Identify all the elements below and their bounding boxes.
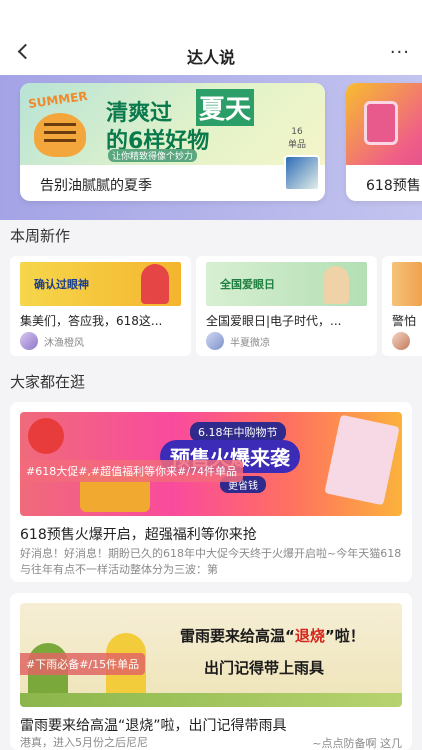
author[interactable]: 半夏微凉 <box>206 332 270 350</box>
author-name: 沐渔橙风 <box>44 337 84 349</box>
work-card[interactable]: 确认过眼神 集美们，答应我，618这... 沐渔橙风 <box>10 256 191 356</box>
banner-subline: 让你精致得像个妙力 <box>108 149 198 162</box>
grass-decoration <box>20 693 402 707</box>
feed-cover-image: 6.18年中购物节 预售火爆来袭 更省钱 #618大促#,#超值福利等你来#/7… <box>20 412 402 516</box>
item-count-badge: 16 单品 <box>288 127 306 150</box>
more-options-icon[interactable]: ··· <box>390 42 410 63</box>
banner-headline-highlight: 夏天 <box>196 89 255 126</box>
page-title: 达人说 <box>186 48 235 67</box>
avatar <box>206 332 224 350</box>
hero-card[interactable]: SUMMER 清爽过 夏天 的6样好物 让你精致得像个妙力 16 单品 告别油腻… <box>20 83 325 201</box>
author-name: 半夏微凉 <box>230 337 270 349</box>
hero-card-title: 618预售 <box>366 178 421 194</box>
work-cover-text: 全国爱眼日 <box>220 278 275 291</box>
gift-box-illustration-icon <box>324 414 400 506</box>
avatar <box>20 332 38 350</box>
cover-headline-part: 雷雨要来给高温“ <box>180 627 295 645</box>
work-cover-text: 确认过眼神 <box>34 278 89 291</box>
work-title: 全国爱眼日|电子时代，... <box>206 314 342 328</box>
work-cover-image: 确认过眼神 <box>20 262 181 306</box>
feed-title: 618预售火爆开启，超强福利等你来抢 <box>20 527 257 543</box>
feed-card[interactable]: 雷雨要来给高温“退烧”啦！ 出门记得带上雨具 #下雨必备#/15件单品 雷雨要来… <box>10 593 412 750</box>
work-title: 集美们，答应我，618这... <box>20 314 163 328</box>
girl-illustration-icon <box>141 264 169 304</box>
feed-cover-image: 雷雨要来给高温“退烧”啦！ 出门记得带上雨具 #下雨必备#/15件单品 <box>20 603 402 707</box>
work-cover-image <box>392 262 422 306</box>
feed-card[interactable]: 6.18年中购物节 预售火爆来袭 更省钱 #618大促#,#超值福利等你来#/7… <box>10 402 412 582</box>
item-count-unit: 单品 <box>288 140 307 150</box>
section-title-new-works: 本周新作 <box>10 227 71 245</box>
work-card[interactable]: 全国爱眼日 全国爱眼日|电子时代，... 半夏微凉 <box>196 256 377 356</box>
hero-banner-image <box>346 83 422 165</box>
hero-card[interactable]: 618预售 <box>346 83 422 201</box>
work-card[interactable]: 警怕 <box>382 256 422 356</box>
cover-headline-part: ”啦！ <box>324 627 365 645</box>
cover-subline: 出门记得带上雨具 <box>204 659 325 677</box>
girl-illustration-icon <box>323 266 349 304</box>
author[interactable]: 沐渔橙风 <box>20 332 84 350</box>
nav-bar: 达人说 ··· <box>0 0 422 75</box>
cover-headline: 雷雨要来给高温“退烧”啦！ <box>180 625 365 646</box>
feed-title: 雷雨要来给高温“退烧”啦，出门记得带雨具 <box>20 718 287 734</box>
section-title-trending: 大家都在逛 <box>10 373 86 391</box>
feed-description-tail: ~点点防备啊 这几 <box>312 737 402 750</box>
hero-banner-image: SUMMER 清爽过 夏天 的6样好物 让你精致得像个妙力 16 单品 <box>20 83 325 165</box>
work-cover-image: 全国爱眼日 <box>206 262 367 306</box>
tiger-illustration-icon <box>34 113 86 157</box>
promo-date: 6.18年中购物节 <box>190 422 286 442</box>
bag-illustration-icon <box>364 101 398 145</box>
work-title: 警怕 <box>392 314 417 328</box>
cover-headline-highlight: 退烧 <box>294 627 325 645</box>
summer-label: SUMMER <box>27 88 89 112</box>
topic-tag: #618大促#,#超值福利等你来#/74件单品 <box>20 460 244 482</box>
author[interactable] <box>392 332 416 350</box>
avatar <box>392 332 410 350</box>
feed-description: 好消息！好消息！期盼已久的618年中大促今天终于火爆开启啦~今年天猫618与往年… <box>20 547 402 576</box>
item-count: 16 <box>291 127 303 137</box>
topic-tag: #下雨必备#/15件单品 <box>20 653 146 675</box>
headphones-illustration-icon <box>28 418 64 454</box>
hero-carousel[interactable]: SUMMER 清爽过 夏天 的6样好物 让你精致得像个妙力 16 单品 告别油腻… <box>0 75 422 220</box>
product-thumbnail <box>284 155 320 191</box>
hero-card-title: 告别油腻腻的夏季 <box>40 178 152 194</box>
